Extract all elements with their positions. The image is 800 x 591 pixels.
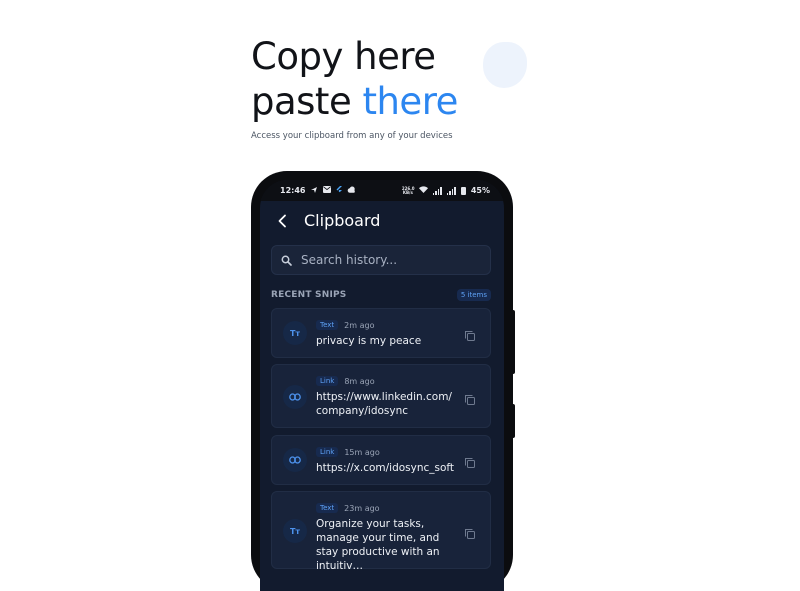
snip-type-tag: Text — [316, 503, 339, 513]
decorative-blob — [483, 42, 527, 88]
hero-title-plain: paste — [251, 80, 363, 123]
snip-content: https://www.linkedin.com/ company/idosyn… — [316, 391, 452, 417]
signal-2-icon — [446, 186, 456, 195]
flutter-icon — [336, 185, 343, 196]
snip-type-tag: Link — [316, 376, 339, 386]
hero-title-accent: there — [362, 80, 458, 123]
snip-time: 8m ago — [344, 376, 375, 386]
snip-time: 15m ago — [344, 447, 380, 457]
search-icon — [281, 251, 292, 270]
hero: Copy here paste there — [251, 34, 458, 124]
snip-type-tag: Link — [316, 447, 339, 457]
phone-screen: 12:46 226.0 KB/s 45% Clipboard Search hi… — [260, 180, 504, 591]
copy-icon[interactable] — [464, 454, 476, 468]
battery-icon — [460, 186, 466, 195]
search-input[interactable]: Search history... — [271, 245, 491, 275]
link-icon — [283, 448, 307, 472]
snip-content: privacy is my peace — [316, 335, 422, 347]
snip-type-tag: Text — [316, 320, 339, 330]
link-icon — [283, 385, 307, 409]
snip-time: 23m ago — [344, 503, 380, 513]
phone-frame: 12:46 226.0 KB/s 45% Clipboard Search hi… — [251, 171, 513, 591]
hero-subtitle: Access your clipboard from any of your d… — [251, 131, 453, 141]
hero-title-line2: paste there — [251, 79, 458, 124]
section-header: RECENT SNIPS 5 items — [271, 289, 491, 301]
snip-card[interactable]: Tт Text 23m ago Organize your tasks, man… — [271, 491, 491, 572]
copy-icon[interactable] — [464, 525, 476, 539]
snip-card[interactable]: Link 8m ago https://www.linkedin.com/ co… — [271, 364, 491, 428]
snip-time: 2m ago — [344, 320, 375, 330]
cloud-icon — [347, 186, 356, 195]
network-speed: 226.0 KB/s — [401, 185, 415, 195]
snip-content: https://x.com/idosync_soft — [316, 462, 455, 474]
navigation-arrow-icon — [310, 186, 318, 196]
text-type-icon: Tт — [283, 321, 307, 345]
snip-card[interactable]: Tт Text 2m ago privacy is my peace — [271, 308, 491, 358]
item-count-badge: 5 items — [456, 289, 491, 301]
status-bar: 12:46 226.0 KB/s 45% — [260, 180, 504, 201]
section-label: RECENT SNIPS — [271, 290, 347, 300]
battery-percent: 45% — [470, 186, 490, 195]
snip-content: Organize your tasks, manage your time, a… — [316, 518, 440, 572]
search-placeholder: Search history... — [301, 253, 398, 267]
text-type-icon: Tт — [283, 519, 307, 543]
app-header: Clipboard — [274, 211, 380, 230]
snip-card[interactable]: Link 15m ago https://x.com/idosync_soft — [271, 435, 491, 485]
hero-title-line1: Copy here — [251, 35, 436, 78]
signal-1-icon — [432, 186, 442, 195]
chevron-left-icon[interactable] — [274, 212, 292, 230]
copy-icon[interactable] — [464, 391, 476, 405]
copy-icon[interactable] — [464, 327, 476, 341]
mail-icon — [323, 186, 332, 195]
wifi-icon — [418, 186, 428, 195]
status-time: 12:46 — [280, 186, 306, 195]
page-title: Clipboard — [304, 211, 381, 230]
